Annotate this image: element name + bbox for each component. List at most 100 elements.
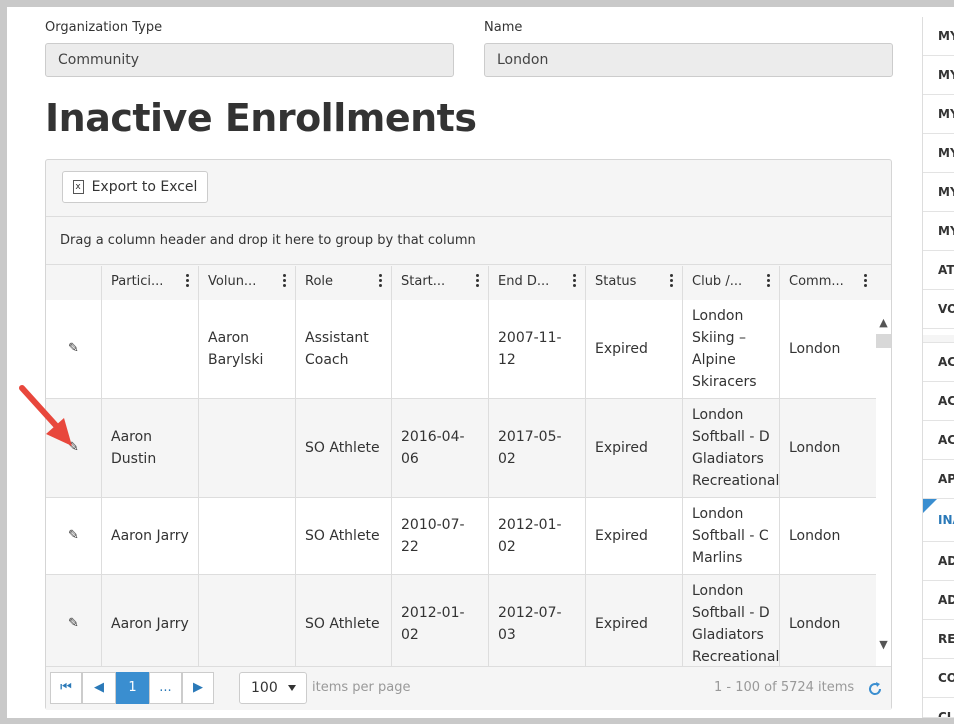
column-menu-icon[interactable] — [767, 274, 771, 290]
right-nav-item[interactable]: MY — [923, 173, 954, 212]
page-title: Inactive Enrollments — [45, 96, 477, 140]
org-type-label: Organization Type — [45, 20, 163, 35]
club-cell: London Softball - D Gladiators Recreatio… — [682, 575, 779, 666]
right-nav-divider — [923, 335, 954, 343]
status-cell: Expired — [585, 498, 682, 574]
right-nav-item[interactable]: VO — [923, 290, 954, 329]
participant-cell: Aaron Jarry — [101, 575, 198, 666]
participant-cell — [101, 300, 198, 398]
header-start-date[interactable]: Start... — [391, 266, 488, 300]
right-nav-item[interactable]: MY — [923, 212, 954, 251]
start-date-cell: 2012-01-02 — [391, 575, 488, 666]
first-page-button[interactable]: ⏮ — [50, 672, 82, 704]
screenshot-frame-bottom — [0, 718, 954, 724]
column-menu-icon[interactable] — [379, 274, 383, 290]
next-page-button[interactable]: ▶ — [182, 672, 214, 704]
right-nav-item[interactable]: AD — [923, 581, 954, 620]
right-nav-item[interactable]: MY — [923, 95, 954, 134]
header-status[interactable]: Status — [585, 266, 682, 300]
start-date-cell: 2016-04-06 — [391, 399, 488, 497]
header-end-date[interactable]: End D... — [488, 266, 585, 300]
edit-icon[interactable]: ✎ — [55, 525, 92, 547]
right-nav-item[interactable]: MY — [923, 134, 954, 173]
end-date-cell: 2012-01-02 — [488, 498, 585, 574]
vertical-scrollbar[interactable]: ▲ ▼ — [876, 300, 891, 666]
pager-info: 1 - 100 of 5724 items — [714, 680, 855, 695]
edit-icon[interactable]: ✎ — [55, 613, 92, 635]
right-nav-item[interactable]: MY — [923, 17, 954, 56]
participant-cell: Aaron Dustin — [101, 399, 198, 497]
volunteer-cell — [198, 399, 295, 497]
items-per-page-label: items per page — [312, 680, 411, 695]
right-nav-item[interactable]: AT — [923, 251, 954, 290]
right-nav-item[interactable]: MY — [923, 56, 954, 95]
club-cell: London Softball - C Marlins — [682, 498, 779, 574]
role-cell: Assistant Coach — [295, 300, 391, 398]
header-community[interactable]: Comm... — [779, 266, 876, 300]
prev-page-button[interactable]: ◀ — [82, 672, 116, 704]
grid-pager: ⏮ ◀ 1 ... ▶ 100 items per page 1 - 100 o… — [46, 666, 891, 710]
header-participant[interactable]: Partici... — [101, 266, 198, 300]
table-row: ✎ Aaron Jarry SO Athlete 2012-01-02 2012… — [46, 575, 876, 666]
grid-body: ✎ Aaron Barylski Assistant Coach 2007-11… — [46, 300, 876, 666]
column-menu-icon[interactable] — [283, 274, 287, 290]
right-nav-item[interactable]: AC — [923, 382, 954, 421]
right-nav-item[interactable]: AD — [923, 542, 954, 581]
right-nav-item[interactable]: CL — [923, 698, 954, 718]
export-label: Export to Excel — [91, 179, 198, 195]
right-nav-item-active[interactable]: INA — [923, 499, 954, 542]
more-pages-button[interactable]: ... — [149, 672, 182, 704]
volunteer-cell — [198, 498, 295, 574]
screenshot-frame-top — [0, 0, 954, 7]
page-size-select[interactable]: 100 — [239, 672, 307, 704]
edit-icon[interactable]: ✎ — [55, 338, 92, 360]
end-date-cell: 2012-07-03 — [488, 575, 585, 666]
header-club[interactable]: Club /... — [682, 266, 779, 300]
column-menu-icon[interactable] — [476, 274, 480, 290]
right-nav-item[interactable]: CO — [923, 659, 954, 698]
end-date-cell: 2007-11-12 — [488, 300, 585, 398]
refresh-icon[interactable] — [867, 681, 883, 697]
status-cell: Expired — [585, 575, 682, 666]
right-nav-item[interactable]: AP — [923, 460, 954, 499]
start-date-cell: 2010-07-22 — [391, 498, 488, 574]
enrollments-grid: x Export to Excel Drag a column header a… — [45, 159, 892, 710]
column-menu-icon[interactable] — [186, 274, 190, 290]
scroll-thumb[interactable] — [876, 334, 891, 348]
club-cell: London Skiing – Alpine Skiracers — [682, 300, 779, 398]
volunteer-cell: Aaron Barylski — [198, 300, 295, 398]
column-menu-icon[interactable] — [864, 274, 868, 290]
table-row: ✎ Aaron Dustin SO Athlete 2016-04-06 201… — [46, 399, 876, 498]
table-row: ✎ Aaron Barylski Assistant Coach 2007-11… — [46, 300, 876, 399]
name-label: Name — [484, 20, 523, 35]
community-cell: London — [779, 399, 876, 497]
grid-toolbar: x Export to Excel — [46, 160, 891, 217]
role-cell: SO Athlete — [295, 399, 391, 497]
role-cell: SO Athlete — [295, 575, 391, 666]
club-cell: London Softball - D Gladiators Recreatio… — [682, 399, 779, 497]
group-drop-zone[interactable]: Drag a column header and drop it here to… — [46, 217, 891, 265]
header-volunteer[interactable]: Volun... — [198, 266, 295, 300]
right-nav-item[interactable]: AC — [923, 421, 954, 460]
community-cell: London — [779, 300, 876, 398]
right-nav-panel: MY MY MY MY MY MY AT VO AC AC AC AP INA … — [922, 17, 954, 718]
page-1-button[interactable]: 1 — [116, 672, 149, 704]
scroll-up-icon[interactable]: ▲ — [876, 316, 891, 330]
scroll-down-icon[interactable]: ▼ — [876, 638, 891, 652]
annotation-arrow-icon — [19, 385, 72, 446]
header-role[interactable]: Role — [295, 266, 391, 300]
name-field[interactable]: London — [484, 43, 893, 77]
chevron-down-icon — [288, 685, 296, 691]
community-cell: London — [779, 575, 876, 666]
start-date-cell — [391, 300, 488, 398]
grid-header: Partici... Volun... Role Start... End D.… — [46, 266, 876, 301]
community-cell: London — [779, 498, 876, 574]
right-nav-item[interactable]: AC — [923, 343, 954, 382]
export-to-excel-button[interactable]: x Export to Excel — [62, 171, 208, 203]
column-menu-icon[interactable] — [573, 274, 577, 290]
edit-cell: ✎ — [46, 575, 101, 666]
role-cell: SO Athlete — [295, 498, 391, 574]
right-nav-item[interactable]: RE — [923, 620, 954, 659]
column-menu-icon[interactable] — [670, 274, 674, 290]
org-type-field[interactable]: Community — [45, 43, 454, 77]
